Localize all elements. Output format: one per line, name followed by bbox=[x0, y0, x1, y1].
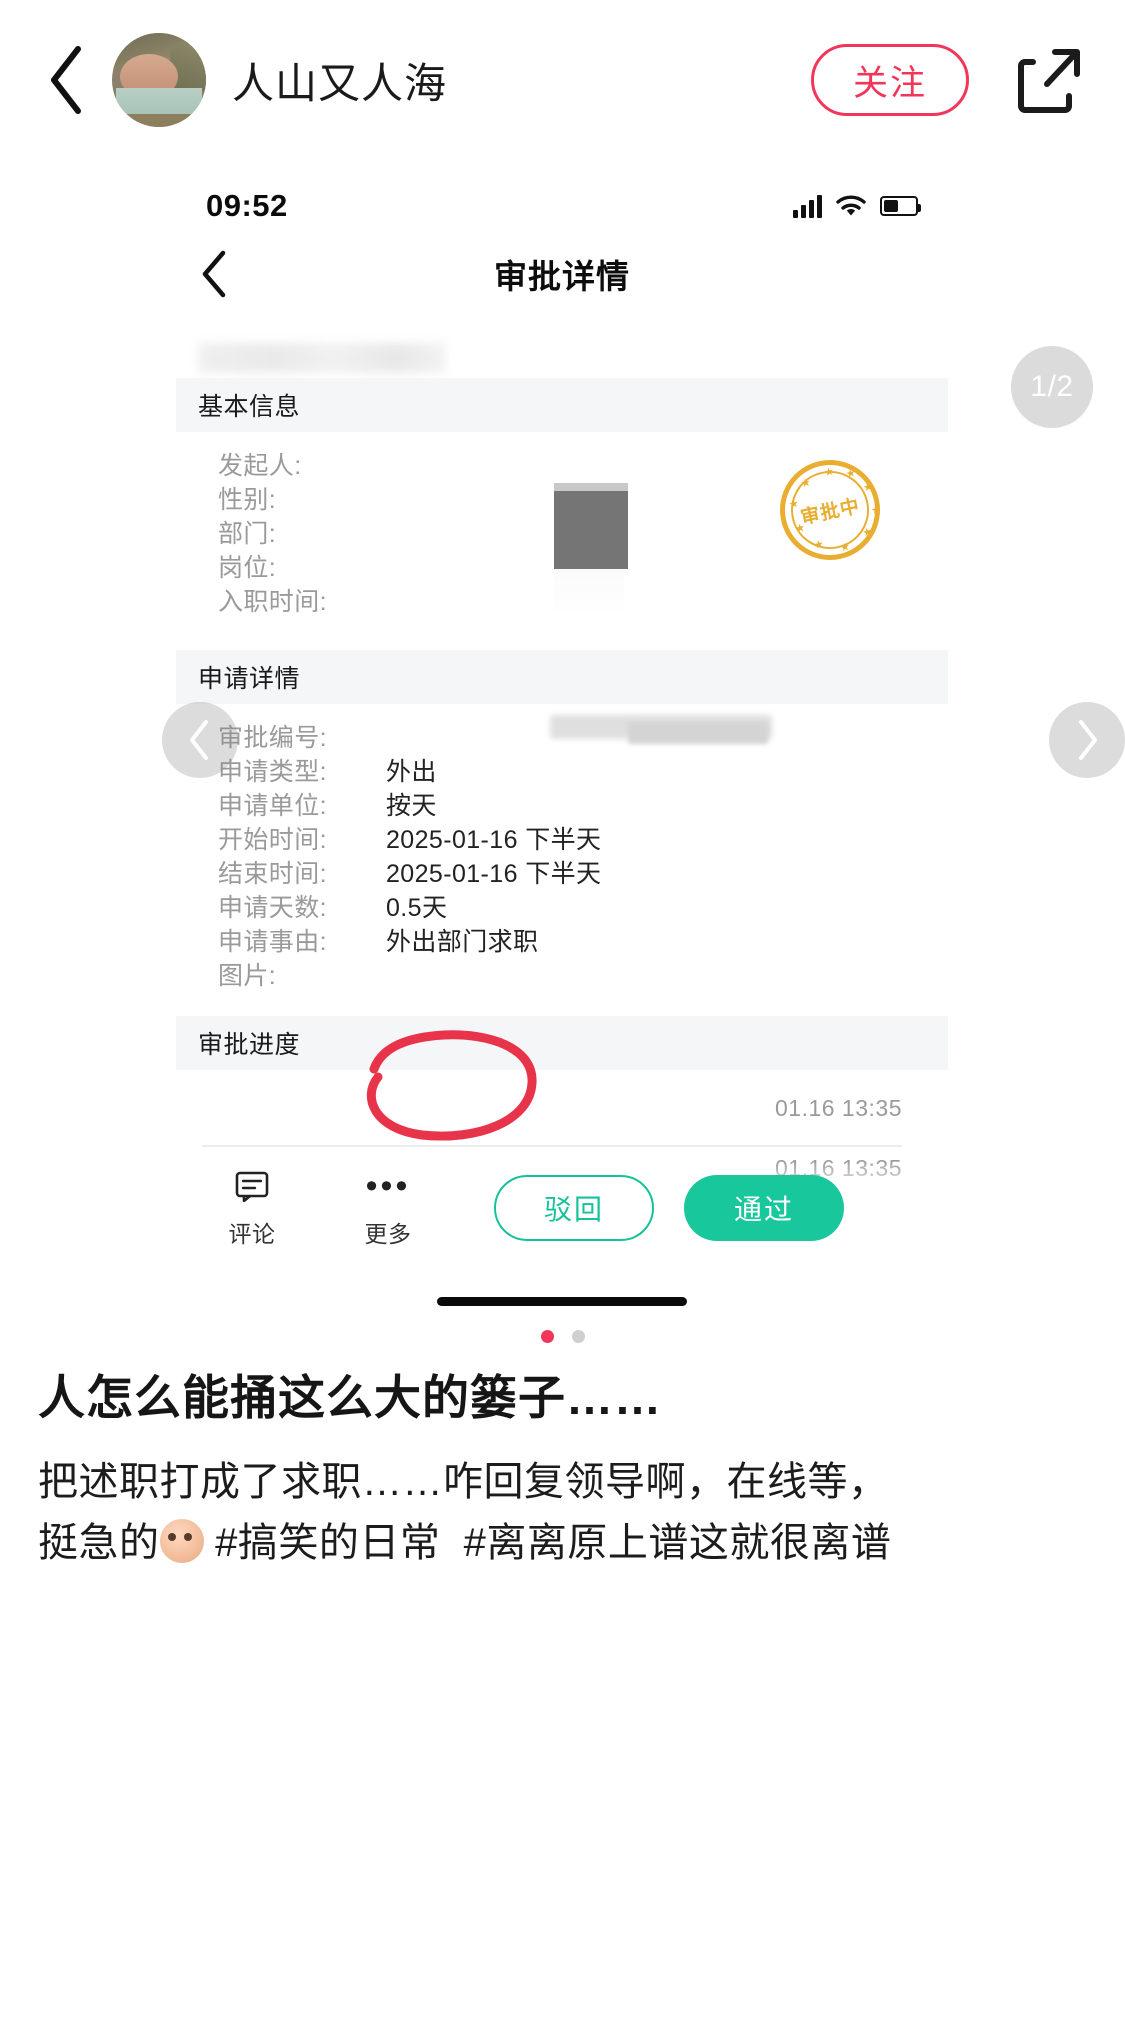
application-rows: 审批编号: 申请类型: 外出 申请单位: 按天 开始时间: 2025-01-16… bbox=[176, 704, 948, 1000]
username: 人山又人海 bbox=[232, 59, 448, 107]
application-section-title: 申请详情 bbox=[176, 650, 948, 704]
ellipsis-icon: ••• bbox=[365, 1167, 411, 1205]
progress-section-title: 审批进度 bbox=[176, 1016, 948, 1070]
redaction-block-bottom bbox=[554, 569, 624, 615]
carousel-dot[interactable] bbox=[571, 1330, 585, 1343]
caption-line-1: 把述职打成了求职……咋回复领导啊，在线等， bbox=[38, 1460, 889, 1505]
caption-body: 把述职打成了求职……咋回复领导啊，在线等， 挺急的 #搞笑的日常 #离离原上谱这… bbox=[38, 1452, 1093, 1574]
phone-screen: 09:52 审批详情 基本信息 发起人: 性别: 部门: 岗位: 入职时间: ★… bbox=[162, 160, 962, 1340]
table-row: 结束时间: 2025-01-16 下半天 bbox=[176, 854, 948, 888]
row-label: 发起人: bbox=[218, 452, 302, 480]
carousel-prev-button[interactable] bbox=[162, 702, 238, 778]
hashtag-1[interactable]: #搞笑的日常 bbox=[215, 1521, 440, 1565]
row-label: 部门: bbox=[218, 520, 277, 548]
wifi-icon bbox=[836, 194, 866, 218]
row-label: 审批编号: bbox=[218, 724, 327, 752]
share-button[interactable] bbox=[1015, 44, 1081, 116]
row-value: 外出部门求职 bbox=[386, 928, 539, 956]
post-caption: 人怎么能捅这么大的篓子…… 把述职打成了求职……咋回复领导啊，在线等， 挺急的 … bbox=[38, 1370, 1093, 1574]
battery-icon bbox=[880, 196, 921, 216]
application-details-card: 申请详情 审批编号: 申请类型: 外出 申请单位: 按天 开始时间: 2025-… bbox=[176, 650, 948, 1000]
home-indicator bbox=[437, 1297, 687, 1306]
comment-button[interactable]: 评论 bbox=[204, 1167, 300, 1249]
share-external-icon bbox=[1018, 49, 1080, 113]
row-label: 开始时间: bbox=[218, 826, 327, 854]
comment-icon bbox=[234, 1167, 270, 1205]
bottom-action-bar: 评论 ••• 更多 驳回 通过 bbox=[162, 1154, 962, 1262]
row-label: 申请类型: bbox=[218, 758, 327, 786]
chevron-left-icon bbox=[51, 46, 81, 114]
carousel-next-button[interactable] bbox=[1049, 702, 1125, 778]
progress-divider bbox=[202, 1145, 902, 1147]
comment-label: 评论 bbox=[228, 1221, 276, 1247]
carousel-dot-active[interactable] bbox=[540, 1330, 554, 1343]
row-label: 申请单位: bbox=[218, 792, 327, 820]
page-indicator-badge: 1/2 bbox=[1011, 346, 1093, 428]
more-label: 更多 bbox=[364, 1221, 412, 1247]
avatar[interactable] bbox=[112, 33, 206, 127]
table-row: 申请事由: 外出部门求职 bbox=[176, 922, 948, 956]
embedded-screenshot[interactable]: 09:52 审批详情 基本信息 发起人: 性别: 部门: 岗位: 入职时间: ★… bbox=[0, 160, 1125, 1340]
status-time: 09:52 bbox=[206, 188, 288, 223]
blurred-form-title bbox=[198, 343, 446, 373]
row-value: 按天 bbox=[386, 792, 437, 820]
progress-timestamp: 01.16 13:35 bbox=[774, 1095, 902, 1121]
status-bar: 09:52 bbox=[162, 182, 962, 230]
basic-info-section-title: 基本信息 bbox=[176, 378, 948, 432]
follow-button[interactable]: 关注 bbox=[811, 44, 969, 116]
chevron-right-icon bbox=[1079, 720, 1097, 760]
status-icons bbox=[793, 194, 921, 218]
screen-nav-bar: 审批详情 bbox=[162, 238, 962, 310]
redaction-block bbox=[554, 491, 628, 569]
carousel-dots bbox=[0, 1330, 1125, 1343]
row-label: 结束时间: bbox=[218, 860, 327, 888]
row-value: 0.5天 bbox=[386, 894, 448, 922]
row-label: 岗位: bbox=[218, 554, 277, 582]
hashtag-2[interactable]: #离离原上谱这就很离谱 bbox=[464, 1521, 892, 1565]
row-label: 申请天数: bbox=[218, 894, 327, 922]
page-title: 审批详情 bbox=[494, 258, 630, 295]
cellular-signal-icon bbox=[793, 194, 822, 218]
row-value: 外出 bbox=[386, 758, 437, 786]
row-label: 申请事由: bbox=[218, 928, 327, 956]
row-value: 2025-01-16 下半天 bbox=[386, 860, 602, 888]
caption-line-2-prefix: 挺急的 bbox=[38, 1521, 160, 1566]
table-row: 申请单位: 按天 bbox=[176, 786, 948, 820]
back-button[interactable] bbox=[44, 43, 90, 117]
row-value: 2025-01-16 下半天 bbox=[386, 826, 602, 854]
table-row: 开始时间: 2025-01-16 下半天 bbox=[176, 820, 948, 854]
approval-progress-card: 审批进度 bbox=[176, 1016, 948, 1070]
reject-button[interactable]: 驳回 bbox=[494, 1175, 654, 1241]
row-label: 性别: bbox=[218, 486, 277, 514]
approval-number-redaction-2 bbox=[628, 722, 768, 744]
row-label: 图片: bbox=[218, 962, 277, 990]
table-row: 图片: bbox=[176, 956, 948, 990]
caption-title: 人怎么能捅这么大的篓子…… bbox=[38, 1371, 662, 1424]
more-button[interactable]: ••• 更多 bbox=[340, 1167, 436, 1249]
stamp-stars: ★ ★ ★ ★ ★ ★ ★ ★ ★ ★ bbox=[787, 465, 883, 555]
app-top-bar: 人山又人海 关注 bbox=[0, 0, 1125, 160]
table-row: 申请类型: 外出 bbox=[176, 752, 948, 786]
chevron-left-icon bbox=[190, 720, 208, 760]
row-label: 入职时间: bbox=[218, 588, 327, 616]
table-row: 申请天数: 0.5天 bbox=[176, 888, 948, 922]
crying-face-emoji bbox=[159, 1519, 204, 1564]
pass-button[interactable]: 通过 bbox=[684, 1175, 844, 1241]
